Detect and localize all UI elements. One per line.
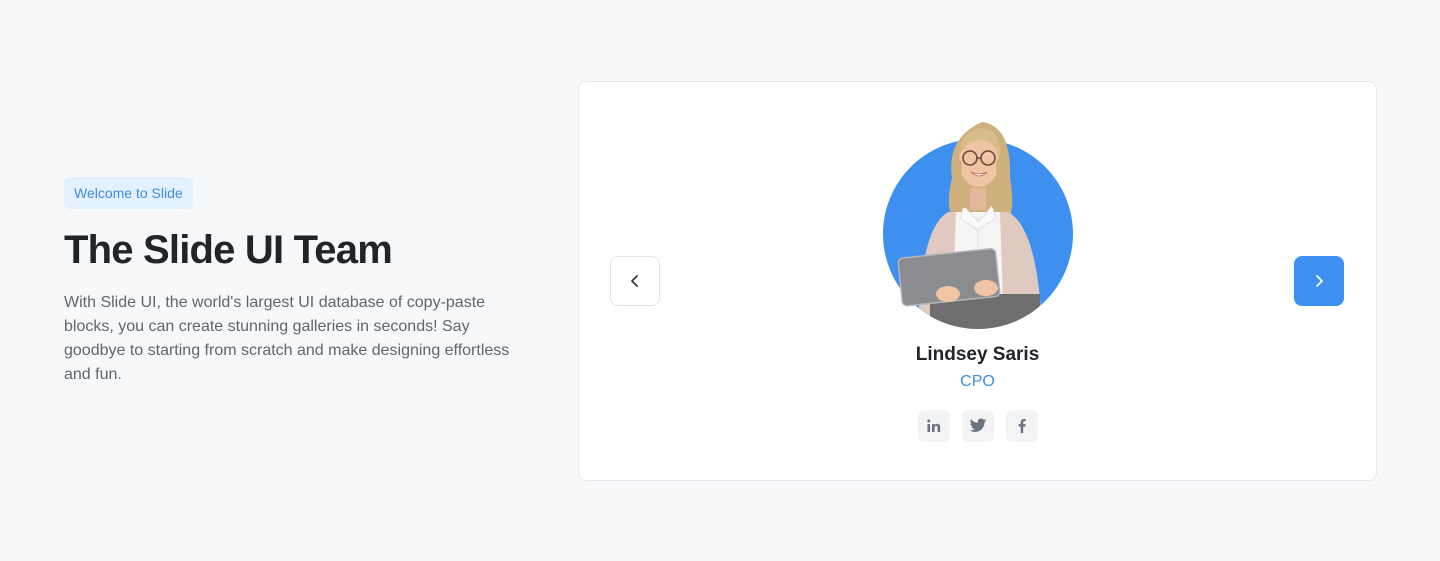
next-slide-button[interactable] [1294, 256, 1344, 306]
member-name: Lindsey Saris [915, 344, 1040, 365]
hero-description: With Slide UI, the world's largest UI da… [64, 294, 510, 383]
facebook-icon [1018, 419, 1026, 433]
chevron-left-icon [631, 275, 638, 287]
twitter-icon [969, 418, 986, 433]
social-links [579, 410, 1376, 442]
linkedin-icon [926, 419, 940, 432]
linkedin-link[interactable] [917, 410, 950, 442]
hero-section: Welcome to Slide The Slide UI Team With … [64, 177, 524, 387]
facebook-link[interactable] [1005, 410, 1038, 442]
member-role: CPO [960, 373, 995, 390]
avatar [882, 118, 1074, 330]
twitter-link[interactable] [961, 410, 994, 442]
prev-slide-button[interactable] [610, 256, 660, 306]
welcome-badge: Welcome to Slide [64, 177, 193, 209]
page-title: The Slide UI Team [64, 228, 393, 272]
chevron-right-icon [1316, 275, 1323, 287]
team-carousel-card: Lindsey Saris CPO [578, 81, 1377, 481]
